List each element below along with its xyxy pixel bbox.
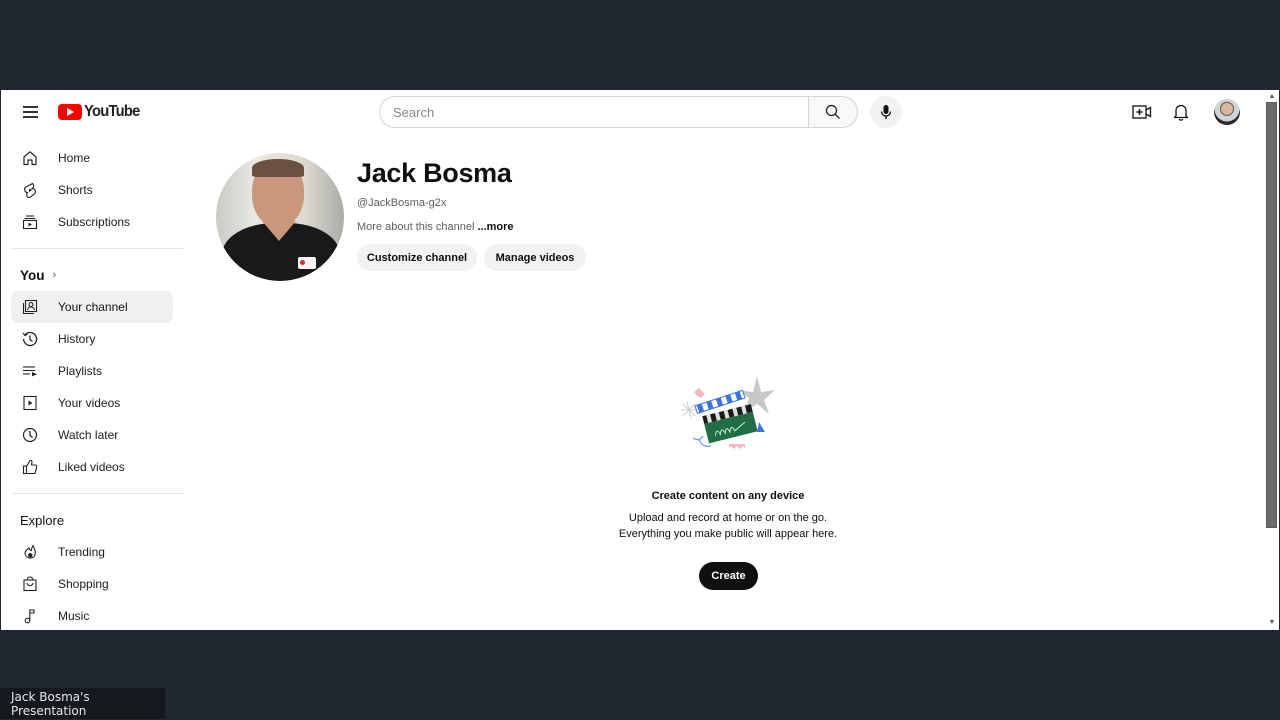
create-button-primary[interactable]: Create [699, 562, 758, 590]
customize-channel-button[interactable]: Customize channel [357, 244, 477, 271]
pink-drip [729, 444, 745, 449]
you-section-header[interactable]: You › [1, 259, 185, 291]
sidebar-item-trending[interactable]: Trending [11, 536, 173, 568]
notifications-bell-icon [1173, 104, 1189, 121]
music-icon [22, 608, 38, 624]
search-button[interactable] [808, 96, 858, 128]
sidebar-item-label: Subscriptions [58, 215, 131, 229]
trending-icon [22, 544, 38, 560]
scrollbar-thumb[interactable] [1266, 102, 1277, 528]
create-video-icon [1132, 105, 1152, 119]
logo-text: YouTube [84, 103, 140, 120]
home-icon [22, 150, 38, 166]
sidebar-item-shorts[interactable]: Shorts [11, 174, 173, 206]
sidebar-item-label: Playlists [58, 364, 103, 378]
sidebar-item-label: Your channel [58, 300, 128, 314]
sidebar-item-shopping[interactable]: Shopping [11, 568, 173, 600]
avatar-shirt-logo [298, 257, 316, 269]
microphone-icon [880, 105, 892, 119]
shopping-icon [22, 576, 38, 592]
sidebar-item-music[interactable]: Music [11, 600, 173, 630]
sidebar-item-subscriptions[interactable]: Subscriptions [11, 206, 173, 238]
sidebar-item-label: Liked videos [58, 460, 125, 474]
voice-search-button[interactable] [870, 96, 902, 128]
sidebar-item-label: Shorts [58, 183, 93, 197]
sidebar-item-playlists[interactable]: Playlists [11, 355, 173, 387]
sidebar-item-label: History [58, 332, 96, 346]
sidebar-item-label: Music [58, 609, 90, 623]
sidebar-divider [11, 493, 183, 494]
scroll-up-arrow-icon[interactable]: ▲ [1267, 92, 1277, 102]
vertical-scrollbar[interactable]: ▲ ▼ [1265, 90, 1279, 630]
sidebar-item-home[interactable]: Home [11, 142, 173, 174]
masthead: YouTube [1, 90, 1265, 134]
sidebar-item-label: Shopping [58, 577, 109, 591]
sidebar-item-history[interactable]: History [11, 323, 173, 355]
sidebar: Home Shorts Subscriptions You › Your cha… [1, 142, 185, 630]
channel-avatar[interactable] [216, 153, 344, 281]
empty-state-title: Create content on any device [651, 490, 805, 502]
avatar-hair [252, 159, 304, 177]
sidebar-item-watch-later[interactable]: Watch later [11, 419, 173, 451]
channel-description[interactable]: More about this channel ...more [357, 221, 514, 233]
create-button[interactable] [1130, 100, 1154, 124]
watch-later-icon [22, 427, 38, 443]
more-link[interactable]: ...more [477, 221, 513, 233]
clapperboard-illustration [681, 376, 775, 449]
sidebar-item-label: Trending [58, 545, 105, 559]
sidebar-item-liked-videos[interactable]: Liked videos [11, 451, 173, 483]
search-input[interactable] [379, 96, 808, 128]
sidebar-item-label: Watch later [58, 428, 119, 442]
browser-window: YouTube Home Shorts Sub [1, 90, 1279, 630]
channel-name: Jack Bosma [357, 158, 512, 188]
sidebar-item-label: Your videos [58, 396, 121, 410]
search-bar [379, 96, 858, 128]
channel-description-text: More about this channel [357, 221, 478, 233]
explore-section-title: Explore [20, 512, 65, 528]
sidebar-item-label: Home [58, 151, 91, 165]
subscriptions-icon [22, 214, 38, 230]
youtube-play-icon [58, 104, 82, 120]
sidebar-divider [11, 248, 183, 249]
you-section-title: You [20, 267, 45, 283]
youtube-logo[interactable]: YouTube [58, 103, 144, 121]
your-videos-icon [22, 395, 38, 411]
shorts-icon [22, 182, 38, 198]
your-channel-icon [22, 299, 38, 315]
channel-handle: @JackBosma-g2x [357, 197, 447, 209]
playlists-icon [22, 363, 38, 379]
menu-icon[interactable] [19, 100, 43, 124]
presentation-label: Jack Bosma's Presentation [0, 688, 165, 719]
sidebar-item-your-channel[interactable]: Your channel [11, 291, 173, 323]
account-avatar[interactable] [1214, 99, 1240, 125]
sidebar-item-your-videos[interactable]: Your videos [11, 387, 173, 419]
empty-state-line-2: Everything you make public will appear h… [618, 528, 838, 540]
pink-shape [694, 388, 705, 398]
scroll-down-arrow-icon[interactable]: ▼ [1267, 618, 1277, 628]
sparkle-shape [681, 401, 697, 419]
liked-videos-icon [22, 459, 38, 475]
blue-triangle [757, 422, 765, 432]
search-icon [825, 104, 840, 119]
manage-videos-button[interactable]: Manage videos [484, 244, 586, 271]
notifications-button[interactable] [1169, 100, 1193, 124]
history-icon [22, 331, 38, 347]
explore-section-header: Explore [1, 504, 185, 536]
empty-state-line-1: Upload and record at home or on the go. [628, 512, 828, 524]
chevron-right-icon: › [52, 269, 57, 281]
